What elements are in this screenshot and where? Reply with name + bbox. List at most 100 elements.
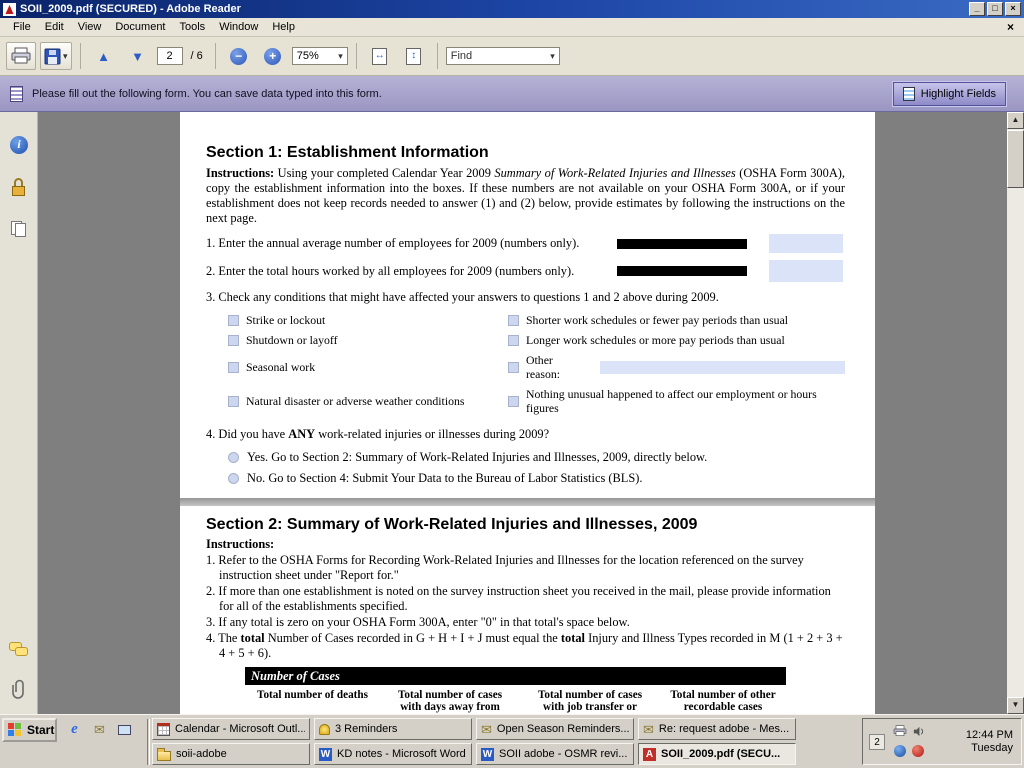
tray-antivirus-icon[interactable] xyxy=(912,745,924,757)
save-disk-icon xyxy=(44,48,61,65)
close-button[interactable]: × xyxy=(1005,2,1021,16)
checkbox[interactable] xyxy=(508,315,519,326)
question-2-row: 2. Enter the total hours worked by all e… xyxy=(206,260,845,282)
language-indicator[interactable]: 2 xyxy=(869,734,885,750)
task-button-open-season-reminders[interactable]: ✉Open Season Reminders... xyxy=(476,718,634,740)
envelope-icon: ✉ xyxy=(643,723,654,736)
checkbox[interactable] xyxy=(228,335,239,346)
pages-panel-button[interactable] xyxy=(8,218,30,240)
checkbox-strike-or-lockout[interactable]: Strike or lockout xyxy=(228,313,508,327)
task-button-soii-adobe-osmr[interactable]: WSOII adobe - OSMR revi... xyxy=(476,743,634,765)
menu-document[interactable]: Document xyxy=(108,19,172,35)
checkbox-shorter-schedules[interactable]: Shorter work schedules or fewer pay peri… xyxy=(508,313,845,327)
fit-page-button[interactable]: ↕ xyxy=(399,42,429,70)
document-close-icon[interactable]: × xyxy=(1003,20,1018,34)
highlight-fields-button[interactable]: Highlight Fields xyxy=(893,82,1006,106)
checkbox[interactable] xyxy=(508,362,519,373)
previous-page-button[interactable]: ▲ xyxy=(89,42,119,70)
menubar: File Edit View Document Tools Window Hel… xyxy=(0,18,1024,37)
column-header-job-transfer: Total number of cases with job transfer … xyxy=(520,689,660,714)
checkbox-nothing-unusual[interactable]: Nothing unusual happened to affect our e… xyxy=(508,387,845,415)
scroll-up-button[interactable]: ▲ xyxy=(1007,112,1024,129)
checkbox-longer-schedules[interactable]: Longer work schedules or more pay period… xyxy=(508,333,845,347)
checkbox[interactable] xyxy=(228,396,239,407)
attachments-panel-button[interactable] xyxy=(8,678,30,700)
acrobat-icon: A xyxy=(643,748,656,761)
minimize-button[interactable]: _ xyxy=(969,2,985,16)
task-button-re-request-adobe[interactable]: ✉Re: request adobe - Mes... xyxy=(638,718,796,740)
page-number-input[interactable]: 2 xyxy=(157,47,183,65)
scroll-down-button[interactable]: ▼ xyxy=(1007,697,1024,714)
task-button-soii-adobe-folder[interactable]: soii-adobe xyxy=(152,743,310,765)
menu-edit[interactable]: Edit xyxy=(38,19,71,35)
question-1-row: 1. Enter the annual average number of em… xyxy=(206,234,845,253)
tray-printer-icon[interactable] xyxy=(893,725,907,740)
task-button-reminders[interactable]: 3 Reminders xyxy=(314,718,472,740)
menu-help[interactable]: Help xyxy=(265,19,302,35)
checkbox[interactable] xyxy=(228,362,239,373)
scrollbar-thumb[interactable] xyxy=(1007,130,1024,188)
yes-radio-button[interactable] xyxy=(228,452,239,463)
security-settings-button[interactable] xyxy=(8,176,30,198)
zoom-out-button[interactable]: − xyxy=(224,42,254,70)
zoom-level-select[interactable]: 75% ▾ xyxy=(292,47,348,65)
checkbox[interactable] xyxy=(228,315,239,326)
checkbox[interactable] xyxy=(508,396,519,407)
section2-instruction-4: 4. The total Number of Cases recorded in… xyxy=(206,631,845,661)
radio-yes-option[interactable]: Yes. Go to Section 2: Summary of Work-Re… xyxy=(228,449,845,465)
word-icon: W xyxy=(319,748,332,761)
checkbox-shutdown-or-layoff[interactable]: Shutdown or layoff xyxy=(228,333,508,347)
task-button-soii-2009-pdf[interactable]: ASOII_2009.pdf (SECU... xyxy=(638,743,796,765)
vertical-scrollbar[interactable]: ▲ ▼ xyxy=(1007,112,1024,714)
internet-explorer-icon[interactable]: e xyxy=(66,721,83,738)
comments-panel-button[interactable] xyxy=(8,638,30,660)
desktop: SOII_2009.pdf (SECURED) - Adobe Reader _… xyxy=(0,0,1024,768)
menu-view[interactable]: View xyxy=(71,19,109,35)
fit-width-button[interactable]: ↔ xyxy=(365,42,395,70)
start-button[interactable]: Start xyxy=(2,718,57,742)
task-button-outlook-calendar[interactable]: Calendar - Microsoft Outl... xyxy=(152,718,310,740)
reminder-bell-icon xyxy=(319,724,330,735)
highlight-fields-label: Highlight Fields xyxy=(921,88,996,100)
zoom-in-button[interactable]: + xyxy=(258,42,288,70)
menu-file[interactable]: File xyxy=(6,19,38,35)
toolbar-separator xyxy=(215,43,216,69)
section2-instruction-1: 1. Refer to the OSHA Forms for Recording… xyxy=(206,553,845,583)
dropdown-icon: ▾ xyxy=(550,51,555,62)
checkbox[interactable] xyxy=(508,335,519,346)
find-input[interactable]: Find ▾ xyxy=(446,47,560,65)
checkbox-natural-disaster[interactable]: Natural disaster or adverse weather cond… xyxy=(228,387,508,415)
pages-icon xyxy=(10,220,28,238)
tray-volume-icon[interactable] xyxy=(912,725,925,741)
task-button-label: Open Season Reminders... xyxy=(497,723,629,735)
maximize-button[interactable]: □ xyxy=(987,2,1003,16)
menu-tools[interactable]: Tools xyxy=(173,19,213,35)
navigation-panel: i xyxy=(0,112,38,714)
checkbox-seasonal-work[interactable]: Seasonal work xyxy=(228,353,508,381)
next-page-button[interactable]: ▼ xyxy=(123,42,153,70)
section2-instructions-label: Instructions: xyxy=(206,537,845,552)
fit-page-icon: ↕ xyxy=(406,48,421,65)
menu-window[interactable]: Window xyxy=(212,19,265,35)
no-radio-button[interactable] xyxy=(228,473,239,484)
checkbox-label: Longer work schedules or more pay period… xyxy=(526,333,785,347)
task-button-label: SOII adobe - OSMR revi... xyxy=(499,748,627,760)
show-desktop-icon[interactable] xyxy=(116,721,133,738)
print-button[interactable] xyxy=(6,42,36,70)
conditions-checkbox-grid: Strike or lockout Shorter work schedules… xyxy=(228,313,845,415)
radio-no-option[interactable]: No. Go to Section 4: Submit Your Data to… xyxy=(228,470,845,486)
checkbox-label: Shorter work schedules or fewer pay peri… xyxy=(526,313,788,327)
tray-shield-icon[interactable] xyxy=(894,745,906,757)
outlook-mail-icon[interactable]: ✉ xyxy=(91,721,108,738)
task-button-kd-notes-word[interactable]: WKD notes - Microsoft Word xyxy=(314,743,472,765)
taskbar: Start e ✉ Calendar - Microsoft Outl... 3… xyxy=(0,714,1024,768)
employees-input[interactable] xyxy=(769,234,843,253)
other-reason-input[interactable] xyxy=(600,361,845,374)
quick-launch-bar: e ✉ xyxy=(66,721,133,738)
hours-input[interactable] xyxy=(769,260,843,282)
checkbox-other-reason[interactable]: Other reason: xyxy=(508,353,845,381)
save-button[interactable]: ▾ xyxy=(40,42,72,70)
down-arrow-icon: ▼ xyxy=(131,50,144,63)
instructions-text: Using your completed Calendar Year 2009 xyxy=(274,166,494,180)
how-to-info-button[interactable]: i xyxy=(8,134,30,156)
